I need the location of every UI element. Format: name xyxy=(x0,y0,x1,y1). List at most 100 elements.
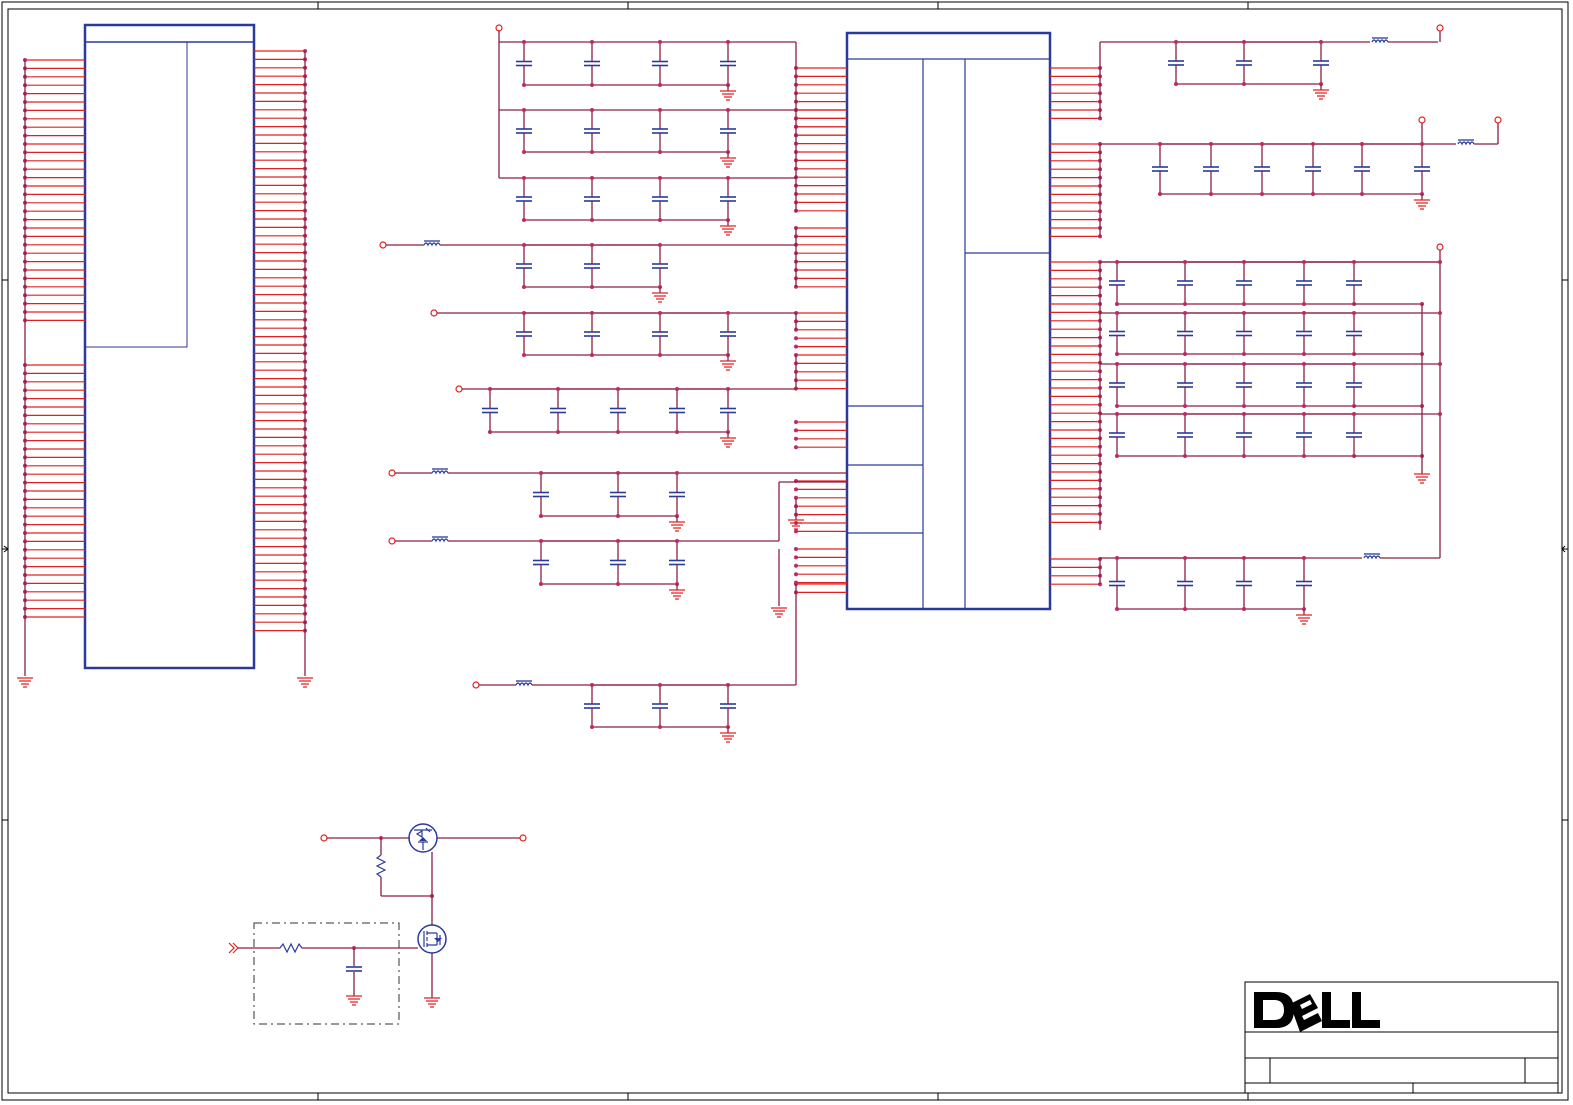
resistor-icon xyxy=(279,942,303,954)
junction-dot xyxy=(1242,362,1246,366)
junction-dot xyxy=(1352,362,1356,366)
junction-dot xyxy=(590,285,594,289)
junction-dot xyxy=(556,430,560,434)
junction-dot xyxy=(539,582,543,586)
junction-dot xyxy=(1115,454,1119,458)
junction-dot xyxy=(726,683,730,687)
ground-icon xyxy=(720,225,736,236)
capacitor-icon xyxy=(1346,260,1362,306)
junction-dot xyxy=(1158,142,1162,146)
junction-dot xyxy=(590,176,594,180)
capacitor-icon xyxy=(1177,362,1193,408)
junction-dot xyxy=(616,539,620,543)
ground-icon xyxy=(720,157,736,168)
capacitor-icon xyxy=(584,311,600,357)
junction-dot xyxy=(658,150,662,154)
capacitor-icon xyxy=(584,108,600,154)
junction-dot xyxy=(522,218,526,222)
schematic-sheet xyxy=(1,1,1569,1101)
junction-dot xyxy=(794,555,798,560)
junction-dot xyxy=(1438,260,1442,264)
power-port-icon xyxy=(388,469,396,477)
junction-dot xyxy=(1360,192,1364,196)
ground-icon xyxy=(1414,473,1430,484)
capacitor-icon xyxy=(1296,260,1312,306)
junction-dot xyxy=(590,150,594,154)
power-port-icon xyxy=(430,309,438,317)
capacitor-icon xyxy=(1177,260,1193,306)
junction-dot xyxy=(1242,412,1246,416)
junction-dot xyxy=(1420,142,1424,146)
junction-dot xyxy=(1352,260,1356,264)
junction-dot xyxy=(658,176,662,180)
connector-left-pins xyxy=(17,58,85,688)
junction-dot xyxy=(556,387,560,391)
junction-dot xyxy=(488,387,492,391)
junction-dot xyxy=(1352,412,1356,416)
capacitor-icon xyxy=(1177,311,1193,356)
junction-dot xyxy=(522,285,526,289)
junction-dot xyxy=(1302,412,1306,416)
capacitor-icon xyxy=(584,243,600,289)
capacitor-icon xyxy=(1177,412,1193,458)
junction-dot xyxy=(1174,40,1178,44)
capacitor-icon xyxy=(1177,556,1193,611)
ground-icon xyxy=(1296,614,1312,625)
junction-dot xyxy=(1242,352,1246,356)
capacitor-icon xyxy=(1296,556,1312,611)
junction-dot xyxy=(794,336,798,341)
capacitor-icon xyxy=(610,387,626,434)
junction-dot xyxy=(726,108,730,112)
ground-icon xyxy=(1414,199,1430,210)
junction-dot xyxy=(1242,260,1246,264)
capacitor-icon xyxy=(1236,362,1252,408)
ground-icon xyxy=(669,521,685,532)
capacitor-icon xyxy=(1109,362,1125,408)
junction-dot xyxy=(1115,404,1119,408)
junction-dot xyxy=(488,430,492,434)
connector-right-pins xyxy=(254,49,313,688)
junction-dot xyxy=(1302,454,1306,458)
junction-dot xyxy=(1183,454,1187,458)
junction-dot xyxy=(658,108,662,112)
ic-left-pins xyxy=(794,66,847,595)
capacitor-icon xyxy=(1296,311,1312,356)
power-port-icon xyxy=(379,241,387,249)
ic-symbol xyxy=(794,31,1102,611)
junction-dot xyxy=(1115,362,1119,366)
capacitor-icon xyxy=(610,539,626,586)
capacitor-icon xyxy=(1254,142,1270,196)
junction-dot xyxy=(616,387,620,391)
sheet-frame xyxy=(1,1,1569,1101)
capacitor-icon xyxy=(1109,260,1125,306)
junction-dot xyxy=(1115,412,1119,416)
junction-dot xyxy=(1183,607,1187,611)
junction-dot xyxy=(522,243,526,247)
junction-dot xyxy=(522,176,526,180)
capacitor-icon xyxy=(516,108,532,154)
junction-dot xyxy=(675,471,679,475)
junction-dot xyxy=(522,311,526,315)
capacitor-icon xyxy=(1313,40,1329,86)
junction-dot xyxy=(1115,302,1119,306)
junction-dot xyxy=(658,311,662,315)
junction-dot xyxy=(1183,404,1187,408)
junction-dot xyxy=(1242,40,1246,44)
junction-dot xyxy=(1302,311,1306,315)
junction-dot xyxy=(1260,142,1264,146)
capacitor-icon xyxy=(1296,412,1312,458)
capacitor-icon xyxy=(1152,142,1168,196)
junction-dot xyxy=(1174,82,1178,86)
junction-dot xyxy=(658,683,662,687)
capacitor-icon xyxy=(652,311,668,357)
junction-dot xyxy=(1242,607,1246,611)
junction-dot xyxy=(794,420,798,424)
junction-dot xyxy=(1183,302,1187,306)
capacitor-icon xyxy=(652,40,668,87)
junction-dot xyxy=(1311,142,1315,146)
junction-dot xyxy=(616,471,620,475)
junction-dot xyxy=(658,83,662,87)
capacitor-icon xyxy=(1346,362,1362,408)
capacitor-icon xyxy=(720,311,736,357)
power-port-icon xyxy=(388,537,396,545)
